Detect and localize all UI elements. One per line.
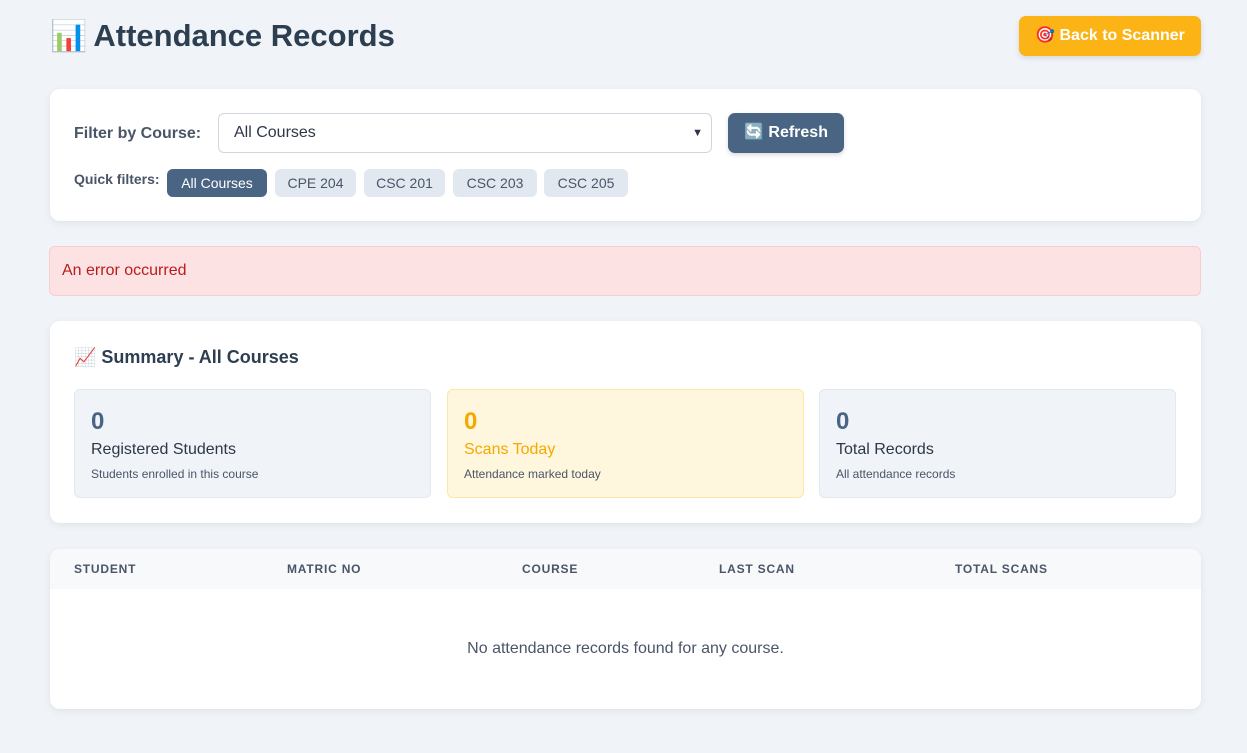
page-title-text: Attendance Records xyxy=(93,18,395,53)
records-table: STUDENT MATRIC NO COURSE LAST SCAN TOTAL… xyxy=(50,549,1201,709)
filter-label: Filter by Course: xyxy=(74,125,202,142)
stat-value: 0 xyxy=(91,408,105,435)
stat-total-records: 0 Total Records All attendance records xyxy=(819,389,1176,498)
column-header-course[interactable]: COURSE xyxy=(522,562,578,576)
page-title: 📊 Attendance Records xyxy=(50,16,395,56)
stat-value: 0 xyxy=(464,408,478,435)
column-header-last-scan[interactable]: LAST SCAN xyxy=(719,562,795,576)
column-header-matric-no[interactable]: MATRIC NO xyxy=(287,562,361,576)
column-header-total-scans[interactable]: TOTAL SCANS xyxy=(955,562,1048,576)
stat-description: Students enrolled in this course xyxy=(91,467,259,481)
stat-value: 0 xyxy=(836,408,850,435)
course-select[interactable]: All Courses ▼ xyxy=(218,113,712,153)
bar-chart-icon: 📊 xyxy=(50,20,88,53)
chevron-down-icon: ▼ xyxy=(692,127,703,139)
quick-filter-csc-203[interactable]: CSC 203 xyxy=(453,169,537,197)
stat-description: All attendance records xyxy=(836,467,956,481)
stat-label: Scans Today xyxy=(464,441,556,458)
error-message: An error occurred xyxy=(49,246,1201,296)
quick-filter-all-courses[interactable]: All Courses xyxy=(167,169,267,197)
quick-filter-csc-205[interactable]: CSC 205 xyxy=(544,169,628,197)
stat-scans-today: 0 Scans Today Attendance marked today xyxy=(447,389,804,498)
stat-registered-students: 0 Registered Students Students enrolled … xyxy=(74,389,431,498)
stat-label: Registered Students xyxy=(91,441,236,458)
stat-label: Total Records xyxy=(836,441,934,458)
quick-filter-cpe-204[interactable]: CPE 204 xyxy=(275,169,356,197)
back-to-scanner-button[interactable]: 🎯 Back to Scanner xyxy=(1019,16,1201,56)
empty-table-message: No attendance records found for any cour… xyxy=(467,640,784,657)
page-header: 📊 Attendance Records 🎯 Back to Scanner xyxy=(50,16,1201,56)
summary-card: 📈 Summary - All Courses 0 Registered Stu… xyxy=(50,321,1201,523)
stat-description: Attendance marked today xyxy=(464,467,601,481)
quick-filter-csc-201[interactable]: CSC 201 xyxy=(364,169,445,197)
table-header: STUDENT MATRIC NO COURSE LAST SCAN TOTAL… xyxy=(50,549,1201,589)
filter-card: Filter by Course: All Courses ▼ 🔄 Refres… xyxy=(50,89,1201,221)
course-select-value: All Courses xyxy=(234,124,316,141)
refresh-button[interactable]: 🔄 Refresh xyxy=(728,113,844,153)
quick-filters-label: Quick filters: xyxy=(74,171,160,187)
column-header-student[interactable]: STUDENT xyxy=(74,562,136,576)
summary-title: 📈 Summary - All Courses xyxy=(74,347,299,367)
